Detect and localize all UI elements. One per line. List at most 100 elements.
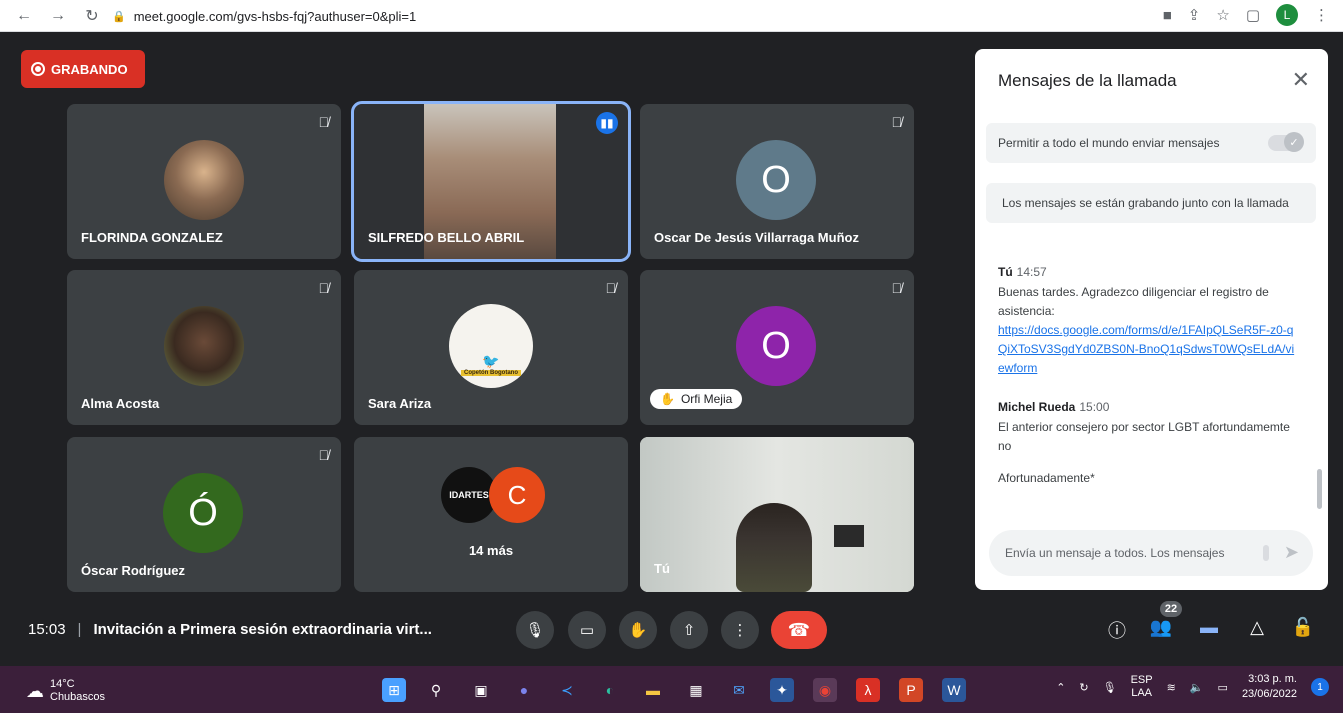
speaker-icon[interactable]: 🔈 [1190, 681, 1204, 694]
chat-panel: Mensajes de la llamada ✕ Permitir a todo… [975, 49, 1328, 590]
mic-off-icon: 🎙̸ [605, 280, 617, 296]
battery-icon[interactable]: ▭ [1218, 681, 1228, 694]
camera-button[interactable]: ▭ [568, 611, 606, 649]
chat-icon[interactable]: ▬ [1196, 617, 1222, 638]
clock[interactable]: 3:03 p. m. 23/06/2022 [1242, 672, 1297, 702]
meeting-details-info-icon[interactable]: ⓘ [1104, 617, 1130, 643]
avatar-initial: Ó [163, 473, 243, 553]
bird-icon: 🐦 [482, 353, 500, 369]
sync-icon[interactable]: ↻ [1079, 681, 1088, 694]
avatar-initial: C [489, 467, 545, 523]
meeting-info: 15:03 | Invitación a Primera sesión extr… [28, 621, 432, 638]
participant-name: Oscar De Jesús Villarraga Muñoz [654, 230, 859, 245]
speaking-indicator-icon: ▮▮ [596, 112, 618, 134]
avatar-photo [164, 306, 244, 386]
wifi-icon[interactable]: ≋ [1167, 681, 1176, 694]
allow-messages-toggle[interactable] [1268, 132, 1304, 152]
acrobat-icon[interactable]: λ [856, 678, 880, 702]
allow-messages-setting: Permitir a todo el mundo enviar mensajes [986, 123, 1316, 163]
message-time: 14:57 [1016, 265, 1047, 279]
participant-name-chip: ✋ Orfi Mejia [650, 389, 743, 409]
forward-arrow-icon[interactable]: → [48, 6, 68, 26]
mic-off-icon: 🎙̸ [891, 114, 903, 130]
input-language[interactable]: ESP LAA [1131, 674, 1153, 700]
participant-name: Óscar Rodríguez [81, 563, 186, 578]
self-tile[interactable]: Tú [640, 437, 914, 592]
message-text: El anterior consejero por sector LGBT af… [998, 420, 1290, 453]
store-icon[interactable]: ▦ [684, 678, 708, 702]
people-icon[interactable]: 👥 [1148, 617, 1174, 638]
profile-avatar[interactable]: L [1276, 4, 1298, 26]
mic-button[interactable]: 🎙 [516, 611, 554, 649]
chat-panel-title: Mensajes de la llamada [998, 71, 1177, 90]
vscode-icon[interactable]: ≺ [555, 678, 579, 702]
participant-tile[interactable]: 🎙̸ O Oscar De Jesús Villarraga Muñoz [640, 104, 914, 259]
recording-notice: Los mensajes se están grabando junto con… [986, 183, 1316, 223]
participant-tile[interactable]: 🎙̸ Ó Óscar Rodríguez [67, 437, 341, 592]
address-bar[interactable]: 🔒 meet.google.com/gvs-hsbs-fqj?authuser=… [112, 5, 416, 27]
more-options-button[interactable]: ⋮ [721, 611, 759, 649]
weather-widget[interactable]: ☁ 14°C Chubascos [26, 678, 105, 704]
star-icon[interactable]: ☆ [1216, 6, 1229, 24]
hand-raised-icon: ✋ [660, 392, 675, 406]
more-participants-tile[interactable]: IDARTES C 14 más [354, 437, 628, 592]
activities-icon[interactable]: △ [1244, 617, 1270, 638]
raise-hand-button[interactable]: ✋ [619, 611, 657, 649]
mail-icon[interactable]: ✉ [727, 678, 751, 702]
message-sender: Michel Rueda [998, 400, 1076, 414]
task-view-icon[interactable]: ▣ [469, 678, 493, 702]
edge-icon[interactable]: ◐ [598, 678, 622, 702]
reload-icon[interactable]: ↻ [82, 6, 102, 26]
avatar-bird-logo: 🐦 Copetón Bogotano [449, 304, 533, 388]
recording-indicator[interactable]: GRABANDO [21, 50, 145, 88]
url-text[interactable]: meet.google.com/gvs-hsbs-fqj?authuser=0&… [134, 9, 417, 24]
menu-kebab-icon[interactable]: ⋮ [1314, 6, 1329, 24]
chat-message: Michel Rueda 15:00 El anterior consejero … [998, 398, 1298, 488]
mic-off-icon: 🎙̸ [891, 280, 903, 296]
chat-scrollbar[interactable] [1317, 469, 1322, 509]
participant-tile[interactable]: 🎙̸ 🐦 Copetón Bogotano Sara Ariza [354, 270, 628, 425]
chrome-icon[interactable]: ◉ [813, 678, 837, 702]
rain-cloud-icon: ☁ [26, 680, 44, 701]
browser-toolbar: ← → ↻ 🔒 meet.google.com/gvs-hsbs-fqj?aut… [0, 0, 1343, 32]
message-text: Buenas tardes. Agradezco diligenciar el … [998, 285, 1269, 318]
chevron-up-icon[interactable]: ⌃ [1056, 681, 1065, 694]
back-arrow-icon[interactable]: ← [14, 6, 34, 26]
teams-chat-icon[interactable]: ● [512, 678, 536, 702]
mic-off-icon: 🎙̸ [318, 447, 330, 463]
participant-name: SILFREDO BELLO ABRIL [368, 230, 525, 245]
participant-tile[interactable]: 🎙̸ Alma Acosta [67, 270, 341, 425]
system-tray: ⌃ ↻ 🎙 ESP LAA ≋ 🔈 ▭ 3:03 p. m. 23/06/202… [1056, 672, 1329, 702]
message-sender: Tú [998, 265, 1013, 279]
message-link[interactable]: https://docs.google.com/forms/d/e/1FAIpQ… [998, 321, 1298, 378]
host-controls-lock-icon[interactable]: 🔓 [1290, 617, 1316, 638]
current-time: 15:03 [28, 621, 66, 638]
camera-icon: ▭ [579, 622, 595, 639]
close-icon[interactable]: ✕ [1292, 67, 1310, 93]
participant-tile[interactable]: 🎙̸ FLORINDA GONZALEZ [67, 104, 341, 259]
chat-message: Tú 14:57 Buenas tardes. Agradezco diligen… [998, 263, 1298, 378]
participant-tile[interactable]: 🎙̸ O ✋ Orfi Mejia [640, 270, 914, 425]
camera-icon[interactable]: ■ [1163, 7, 1172, 24]
sidepanel-icon[interactable]: ▢ [1246, 6, 1260, 24]
present-button[interactable]: ⇧ [670, 611, 708, 649]
share-icon[interactable]: ⇪ [1188, 6, 1201, 24]
divider: | [77, 621, 82, 638]
chat-message-input[interactable]: Envía un mensaje a todos. Los mensajes ➤ [989, 530, 1313, 576]
weather-condition: Chubascos [50, 691, 106, 703]
avatar-initial: O [736, 306, 816, 386]
powerpoint-icon[interactable]: P [899, 678, 923, 702]
record-icon [31, 62, 45, 76]
start-windows-icon[interactable]: ⊞ [382, 678, 406, 702]
send-icon[interactable]: ➤ [1284, 542, 1299, 563]
end-call-icon: ☎ [787, 619, 811, 640]
teams-app-icon[interactable]: ✦ [770, 678, 794, 702]
word-icon[interactable]: W [942, 678, 966, 702]
mic-tray-icon[interactable]: 🎙 [1103, 681, 1117, 694]
mic-off-icon: 🎙̸ [318, 114, 330, 130]
leave-call-button[interactable]: ☎ [771, 611, 827, 649]
notification-badge[interactable]: 1 [1311, 678, 1329, 696]
participant-tile-speaking[interactable]: ▮▮ SILFREDO BELLO ABRIL [351, 101, 631, 262]
file-explorer-icon[interactable]: ▬ [641, 678, 665, 702]
search-icon[interactable]: ⚲ [424, 678, 448, 702]
